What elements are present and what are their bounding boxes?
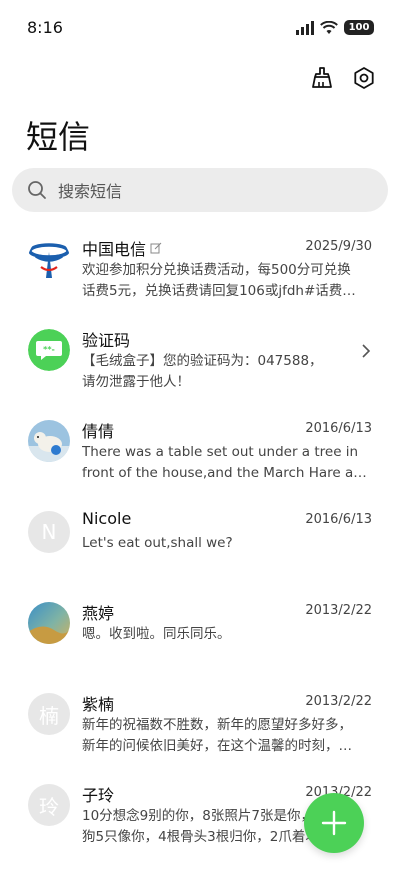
verification-code-icon: **- <box>28 329 70 371</box>
svg-text:**-: **- <box>43 345 55 354</box>
search-icon <box>28 181 46 199</box>
battery-indicator: 100 <box>344 20 374 35</box>
conversation-date: 2016/6/13 <box>305 421 372 436</box>
contact-name: 紫楠 <box>82 695 115 714</box>
conversation-name: 中国电信 <box>82 236 162 260</box>
message-preview: Let's eat out,shall we? <box>82 533 372 554</box>
page-title: 短信 <box>26 118 91 156</box>
conversation-name: Nicole <box>82 509 131 528</box>
contact-name: 验证码 <box>82 331 131 350</box>
preview-line-2: 请勿泄露于他人！ <box>82 374 190 390</box>
preview-line-1: 新年的祝福数不胜数，新年的愿望好多好多， <box>82 717 352 733</box>
conversation-item[interactable]: 倩倩 2016/6/13 There was a table set out u… <box>0 410 400 501</box>
conversation-item[interactable]: 楠 紫楠 2013/2/22 新年的祝福数不胜数，新年的愿望好多好多， 新年的问… <box>0 683 400 774</box>
broom-icon <box>312 67 332 88</box>
settings-gear-icon <box>354 67 374 89</box>
conversation-name: 倩倩 <box>82 418 114 442</box>
preview-line-2: 新年的问候依旧美好，在这个温馨的时刻，… <box>82 738 352 754</box>
search-bar[interactable]: 搜索短信 <box>12 168 388 212</box>
plus-icon <box>321 810 347 836</box>
polar-bear-photo <box>28 420 70 462</box>
avatar: 玲 <box>28 784 70 826</box>
conversation-name: 子玲 <box>82 782 114 806</box>
message-preview: 【毛绒盒子】您的验证码为：047588， 请勿泄露于他人！ <box>82 351 372 393</box>
conversation-date: 2013/2/22 <box>305 694 372 709</box>
status-bar: 8:16 100 <box>0 0 400 56</box>
conversation-name: 燕婷 <box>82 600 114 624</box>
preview-line-2: 话费5元，兑换话费请回复106或jfdh#话费… <box>82 283 356 299</box>
preview-line-1: 欢迎参加积分兑换话费活动，每500分可兑换 <box>82 262 351 278</box>
conversation-item[interactable]: 燕婷 2013/2/22 嗯。收到啦。同乐同乐。 <box>0 592 400 683</box>
preview-line-1: 嗯。收到啦。同乐同乐。 <box>82 626 231 642</box>
conversation-item[interactable]: **- 验证码 【毛绒盒子】您的验证码为：047588， 请勿泄露于他人！ <box>0 319 400 410</box>
conversation-name: 验证码 <box>82 327 130 351</box>
settings-button[interactable] <box>350 64 378 92</box>
contact-name: 倩倩 <box>82 422 115 441</box>
conversation-name: 紫楠 <box>82 691 114 715</box>
conversation-date: 2013/2/22 <box>305 603 372 618</box>
top-actions <box>308 64 378 92</box>
message-preview: 新年的祝福数不胜数，新年的愿望好多好多， 新年的问候依旧美好，在这个温馨的时刻，… <box>82 715 372 757</box>
preview-line-1: 【毛绒盒子】您的验证码为：047588， <box>82 353 323 369</box>
preview-line-1: Let's eat out,shall we? <box>82 535 233 551</box>
conversation-date: 2025/9/30 <box>305 239 372 254</box>
contact-name: 燕婷 <box>82 604 115 623</box>
china-telecom-logo <box>28 238 70 280</box>
conversation-date: 2016/6/13 <box>305 512 372 527</box>
signal-icon <box>296 20 314 35</box>
contact-name: Nicole <box>82 509 132 528</box>
avatar: 楠 <box>28 693 70 735</box>
wifi-icon <box>320 20 338 34</box>
status-icons: 100 <box>296 20 374 35</box>
avatar: N <box>28 511 70 553</box>
edit-icon <box>150 242 162 254</box>
message-preview: There was a table set out under a tree i… <box>82 442 372 484</box>
contact-name: 子玲 <box>82 786 115 805</box>
conversation-item[interactable]: N Nicole 2016/6/13 Let's eat out,shall w… <box>0 501 400 592</box>
preview-line-2: front of the house,and the March Hare an… <box>82 465 372 481</box>
message-preview: 欢迎参加积分兑换话费活动，每500分可兑换 话费5元，兑换话费请回复106或jf… <box>82 260 372 302</box>
conversation-item[interactable]: 中国电信 2025/9/30 欢迎参加积分兑换话费活动，每500分可兑换 话费5… <box>0 228 400 319</box>
clean-button[interactable] <box>308 64 336 92</box>
new-message-button[interactable] <box>304 793 364 853</box>
landscape-photo <box>28 602 70 644</box>
preview-line-1: There was a table set out under a tree i… <box>82 444 359 460</box>
contact-name: 中国电信 <box>82 240 147 259</box>
status-time: 8:16 <box>27 18 63 37</box>
message-preview: 嗯。收到啦。同乐同乐。 <box>82 624 372 645</box>
search-placeholder: 搜索短信 <box>58 182 123 201</box>
conversation-list: 中国电信 2025/9/30 欢迎参加积分兑换话费活动，每500分可兑换 话费5… <box>0 228 400 865</box>
